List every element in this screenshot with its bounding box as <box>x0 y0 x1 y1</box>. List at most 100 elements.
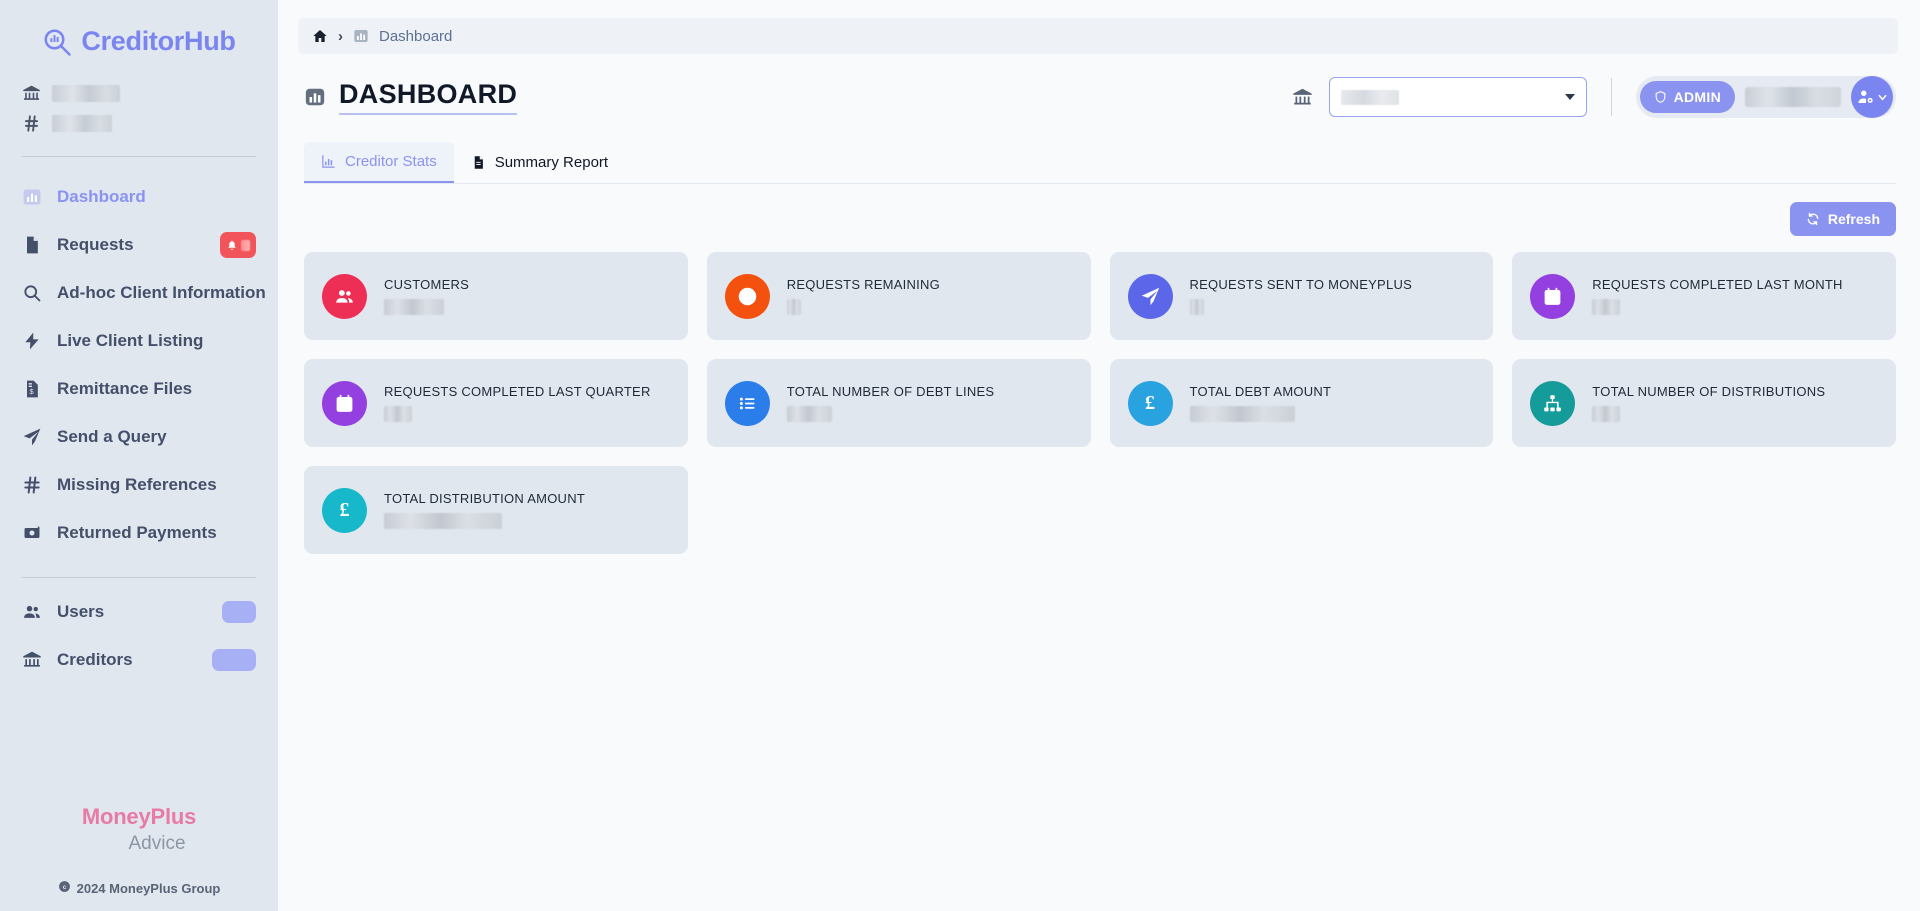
chevron-down-icon <box>1564 94 1575 100</box>
sitemap-icon <box>1530 380 1576 426</box>
copyright-icon: c <box>58 880 71 896</box>
user-menu[interactable]: ADMIN <box>1635 76 1896 118</box>
app-root: CreditorHub Dashboard Requests Ad-hoc Cl… <box>0 0 1920 911</box>
chevron-down-icon <box>1878 94 1886 100</box>
tab-bar: Creditor Stats Summary Report <box>304 142 1896 184</box>
org-info <box>0 77 278 136</box>
magnifier-bar-chart-icon <box>42 27 72 57</box>
main-content: › Dashboard DASHBOARD ADMIN Creditor Sta… <box>278 0 1920 911</box>
chart-bar-icon <box>321 154 336 169</box>
sidebar-item-requests[interactable]: Requests <box>0 221 278 269</box>
avatar[interactable] <box>1851 76 1893 118</box>
requests-count-badge[interactable] <box>220 232 256 258</box>
chart-bar-icon <box>22 187 42 207</box>
header-divider <box>1610 78 1612 116</box>
stat-card-value-redacted <box>786 406 832 422</box>
creditor-select[interactable] <box>1328 77 1587 117</box>
creditors-count-badge[interactable] <box>212 649 256 671</box>
stat-card-value-redacted <box>1592 406 1621 422</box>
stat-card-label: TOTAL DEBT AMOUNT <box>1189 384 1332 399</box>
stat-card-value-redacted <box>786 299 801 315</box>
stat-card-total-number-of-debt-lines[interactable]: TOTAL NUMBER OF DEBT LINES <box>706 359 1091 447</box>
stat-card-label: REQUESTS COMPLETED LAST QUARTER <box>384 384 651 399</box>
pound-icon: £ <box>322 487 367 533</box>
sidebar-item-returned-payments[interactable]: Returned Payments <box>0 509 278 557</box>
page-title-group: DASHBOARD <box>304 79 518 115</box>
requests-count-redacted <box>241 239 250 251</box>
page-header: DASHBOARD ADMIN <box>278 54 1920 118</box>
calendar-check-icon <box>1530 273 1576 319</box>
sidebar-footer-brand: MoneyPlus Advice <box>0 804 278 855</box>
tab-summary-report[interactable]: Summary Report <box>454 142 625 183</box>
stat-card-label: TOTAL NUMBER OF DISTRIBUTIONS <box>1592 384 1826 399</box>
bolt-icon <box>22 331 42 351</box>
brand-logo[interactable]: CreditorHub <box>0 0 278 77</box>
refresh-icon <box>1806 212 1820 226</box>
page-header-actions: ADMIN <box>1292 76 1896 118</box>
breadcrumb: › Dashboard <box>298 18 1898 54</box>
breadcrumb-page-label[interactable]: Dashboard <box>379 28 452 45</box>
stat-card-customers[interactable]: CUSTOMERS <box>304 252 688 340</box>
hash-icon <box>22 475 42 495</box>
sidebar-item-remittance-files[interactable]: $ Remittance Files <box>0 365 278 413</box>
home-icon[interactable] <box>312 28 328 44</box>
pound-icon: £ <box>1127 380 1173 426</box>
chart-bar-icon <box>304 86 326 108</box>
stat-card-total-number-of-distributions[interactable]: TOTAL NUMBER OF DISTRIBUTIONS <box>1512 359 1896 447</box>
tab-label: Creditor Stats <box>345 153 437 170</box>
sidebar-item-creditors[interactable]: Creditors <box>0 636 278 684</box>
users-icon <box>22 602 42 622</box>
org-ref-redacted <box>52 115 112 132</box>
org-ref-row <box>22 111 278 136</box>
users-icon <box>322 273 367 319</box>
sidebar-item-label: Requests <box>57 235 134 254</box>
user-role-label: ADMIN <box>1673 89 1721 105</box>
sidebar-item-users[interactable]: Users <box>0 588 278 636</box>
sidebar-item-label: Creditors <box>57 650 133 669</box>
refresh-button[interactable]: Refresh <box>1789 202 1896 236</box>
search-icon <box>22 283 42 303</box>
sidebar-item-label: Missing References <box>57 475 217 494</box>
sidebar-item-label: Dashboard <box>57 187 146 206</box>
stat-card-value-redacted <box>384 513 502 529</box>
stat-card-value-redacted <box>1189 299 1204 315</box>
user-cog-icon <box>1858 90 1873 103</box>
sidebar-item-label: Returned Payments <box>57 523 217 542</box>
tab-creditor-stats[interactable]: Creditor Stats <box>304 142 454 183</box>
stat-card-grid: CUSTOMERS REQUESTS REMAINING REQUESTS SE… <box>278 236 1920 554</box>
stat-card-value-redacted <box>1189 406 1295 422</box>
org-name-row <box>22 81 278 106</box>
sidebar-item-missing-references[interactable]: Missing References <box>0 461 278 509</box>
sidebar-item-live-client-listing[interactable]: Live Client Listing <box>0 317 278 365</box>
stat-card-label: TOTAL DISTRIBUTION AMOUNT <box>384 491 586 506</box>
stat-card-requests-completed-last-month[interactable]: REQUESTS COMPLETED LAST MONTH <box>1512 252 1896 340</box>
sidebar-admin-nav: Users Creditors <box>0 578 278 684</box>
paper-plane-icon <box>22 427 42 447</box>
svg-text:c: c <box>62 884 66 891</box>
stat-card-total-distribution-amount[interactable]: £ TOTAL DISTRIBUTION AMOUNT <box>304 466 688 554</box>
paper-plane-icon <box>1127 273 1173 319</box>
sidebar-nav: Dashboard Requests Ad-hoc Client Informa… <box>0 157 278 557</box>
sidebar-item-dashboard[interactable]: Dashboard <box>0 173 278 221</box>
stat-card-total-debt-amount[interactable]: £ TOTAL DEBT AMOUNT <box>1109 359 1494 447</box>
stat-card-label: REQUESTS SENT TO MONEYPLUS <box>1189 277 1412 292</box>
sidebar-item-send-a-query[interactable]: Send a Query <box>0 413 278 461</box>
stat-card-value-redacted <box>1592 299 1621 315</box>
copyright: c 2024 MoneyPlus Group <box>0 880 278 896</box>
stat-card-requests-sent-to-moneyplus[interactable]: REQUESTS SENT TO MONEYPLUS <box>1109 252 1494 340</box>
status-badge: ADMIN <box>1639 81 1735 113</box>
users-count-badge[interactable] <box>222 601 256 623</box>
org-name-redacted <box>52 85 120 102</box>
document-icon <box>22 235 42 255</box>
tab-label: Summary Report <box>494 154 609 171</box>
bank-icon <box>22 84 41 103</box>
sidebar-item-label: Remittance Files <box>57 379 193 398</box>
toolbar: Refresh <box>278 184 1920 236</box>
sidebar-item-adhoc-client-information[interactable]: Ad-hoc Client Information <box>0 269 278 317</box>
stat-card-label: REQUESTS REMAINING <box>786 277 941 292</box>
refresh-label: Refresh <box>1827 211 1880 227</box>
footer-brand-secondary: Advice <box>128 833 186 854</box>
chart-bar-icon <box>353 28 369 44</box>
stat-card-requests-completed-last-quarter[interactable]: REQUESTS COMPLETED LAST QUARTER <box>304 359 688 447</box>
stat-card-requests-remaining[interactable]: REQUESTS REMAINING <box>706 252 1091 340</box>
